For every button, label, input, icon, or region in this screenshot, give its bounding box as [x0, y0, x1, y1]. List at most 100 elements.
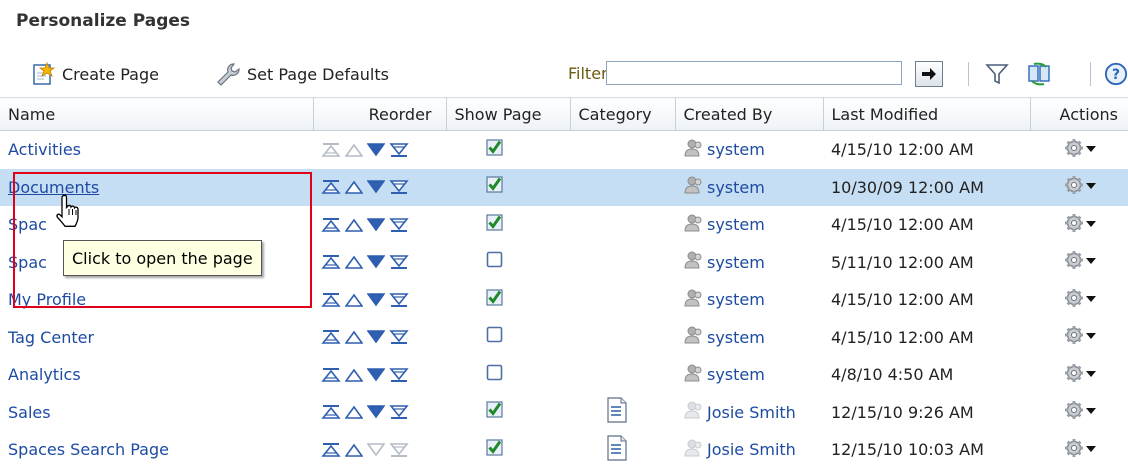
move-down-icon[interactable] [367, 329, 385, 345]
gear-menu-icon[interactable] [1064, 175, 1098, 199]
page-name-link[interactable]: Activities [8, 140, 81, 159]
unchecked-checkbox-icon[interactable] [486, 326, 504, 348]
table-row[interactable]: Analytics system 4/8/10 4:50 AM [0, 356, 1128, 394]
cell-actions [1030, 206, 1128, 244]
column-header-last-modified[interactable]: Last Modified [823, 97, 1031, 131]
column-header-reorder[interactable]: Reorder [313, 97, 447, 131]
funnel-icon [985, 64, 1009, 85]
move-down-icon[interactable] [367, 179, 385, 195]
move-top-icon[interactable] [321, 179, 341, 195]
checked-checkbox-icon[interactable] [486, 176, 504, 198]
page-name-link[interactable]: Documents [8, 178, 99, 197]
move-top-icon[interactable] [321, 404, 341, 420]
move-down-icon[interactable] [367, 217, 385, 233]
column-header-category[interactable]: Category [570, 97, 676, 131]
column-header-name[interactable]: Name [0, 97, 314, 131]
checked-checkbox-icon[interactable] [486, 139, 504, 161]
move-top-icon[interactable] [321, 254, 341, 270]
user-icon [683, 138, 707, 162]
move-up-icon[interactable] [345, 367, 363, 383]
cell-category [570, 206, 675, 244]
gear-menu-icon[interactable] [1064, 138, 1098, 162]
move-top-icon [321, 142, 341, 158]
move-down-icon[interactable] [367, 254, 385, 270]
gear-menu-icon[interactable] [1064, 213, 1098, 237]
gear-menu-icon[interactable] [1064, 363, 1098, 387]
refresh-button[interactable] [1025, 60, 1053, 88]
cell-show-page [446, 206, 570, 244]
cell-show-page [446, 394, 570, 432]
move-top-icon[interactable] [321, 329, 341, 345]
filter-button[interactable] [983, 60, 1011, 88]
cell-name: Tag Center [0, 319, 313, 357]
move-bottom-icon[interactable] [389, 404, 409, 420]
move-up-icon[interactable] [345, 442, 363, 458]
filter-go-button[interactable] [915, 61, 943, 87]
move-down-icon[interactable] [367, 142, 385, 158]
table-row[interactable]: Sales Josie Smith 12/15/10 9:26 AM [0, 394, 1128, 432]
table-row[interactable]: Tag Center system 4/15/10 12:00 AM [0, 319, 1128, 357]
move-up-icon[interactable] [345, 292, 363, 308]
set-page-defaults-button[interactable]: Set Page Defaults [215, 56, 389, 92]
page-name-link[interactable]: Spac [8, 253, 47, 272]
page-name-link[interactable]: Tag Center [8, 328, 94, 347]
gear-menu-icon[interactable] [1064, 325, 1098, 349]
checked-checkbox-icon[interactable] [486, 401, 504, 423]
gear-menu-icon[interactable] [1064, 400, 1098, 424]
filter-input[interactable] [606, 61, 902, 85]
set-page-defaults-label: Set Page Defaults [247, 64, 389, 84]
move-bottom-icon[interactable] [389, 292, 409, 308]
page-name-link[interactable]: Sales [8, 403, 51, 422]
move-up-icon[interactable] [345, 179, 363, 195]
move-down-icon[interactable] [367, 404, 385, 420]
cell-name: Spaces Search Page [0, 431, 313, 469]
checked-checkbox-icon[interactable] [486, 214, 504, 236]
table-row[interactable]: My Profile system 4/15/10 12:00 AM [0, 281, 1128, 319]
move-bottom-icon[interactable] [389, 254, 409, 270]
unchecked-checkbox-icon[interactable] [486, 251, 504, 273]
move-down-icon[interactable] [367, 292, 385, 308]
gear-menu-icon[interactable] [1064, 250, 1098, 274]
move-top-icon[interactable] [321, 292, 341, 308]
column-header-show-page[interactable]: Show Page [446, 97, 571, 131]
column-header-created-by[interactable]: Created By [675, 97, 824, 131]
page-name-link[interactable]: Analytics [8, 365, 81, 384]
gear-menu-icon[interactable] [1064, 288, 1098, 312]
table-row[interactable]: Documents system 10/30/09 12:00 AM [0, 168, 1128, 206]
column-header-actions[interactable]: Actions [1030, 97, 1128, 131]
help-button[interactable]: ? [1104, 60, 1128, 88]
move-up-icon[interactable] [345, 217, 363, 233]
cell-reorder [313, 431, 446, 469]
creator-name: system [707, 252, 765, 272]
cell-last-modified: 12/15/10 9:26 AM [823, 394, 1030, 432]
cell-created-by: system [675, 244, 823, 282]
move-top-icon[interactable] [321, 367, 341, 383]
creator-name: system [707, 327, 765, 347]
toolbar: Create Page Set Page Defaults Filter ? [0, 56, 1128, 92]
move-bottom-icon[interactable] [389, 367, 409, 383]
checked-checkbox-icon[interactable] [486, 289, 504, 311]
table-row[interactable]: Activities system 4/15/10 12:00 AM [0, 131, 1128, 169]
create-page-icon [33, 61, 56, 85]
move-down-icon[interactable] [367, 367, 385, 383]
move-bottom-icon[interactable] [389, 142, 409, 158]
table-row[interactable]: Spaces Search Page Josie Smith 12/15/10 … [0, 431, 1128, 469]
gear-menu-icon[interactable] [1064, 438, 1098, 462]
move-top-icon[interactable] [321, 217, 341, 233]
create-page-button[interactable]: Create Page [30, 56, 159, 92]
cell-actions [1030, 356, 1128, 394]
page-name-link[interactable]: My Profile [8, 290, 86, 309]
move-up-icon[interactable] [345, 329, 363, 345]
page-name-link[interactable]: Spac [8, 215, 47, 234]
unchecked-checkbox-icon[interactable] [486, 364, 504, 386]
move-bottom-icon[interactable] [389, 217, 409, 233]
move-up-icon[interactable] [345, 254, 363, 270]
move-up-icon[interactable] [345, 404, 363, 420]
move-top-icon[interactable] [321, 442, 341, 458]
checked-checkbox-icon[interactable] [486, 439, 504, 461]
last-modified-date: 4/15/10 12:00 AM [831, 215, 974, 235]
page-name-link[interactable]: Spaces Search Page [8, 440, 169, 459]
move-bottom-icon[interactable] [389, 329, 409, 345]
table-row[interactable]: Spac system 4/15/10 12:00 AM [0, 206, 1128, 244]
move-bottom-icon[interactable] [389, 179, 409, 195]
